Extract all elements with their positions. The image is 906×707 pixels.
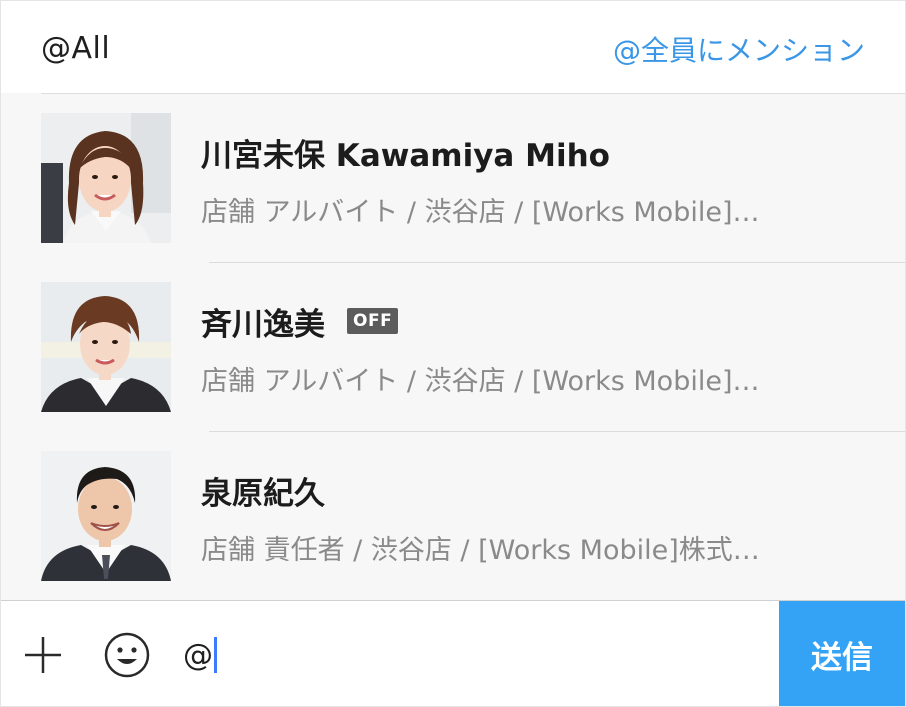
male-portrait-avatar-icon — [41, 451, 171, 581]
avatar — [41, 282, 171, 412]
member-list: 川宮未保 Kawamiya Miho 店舗 アルバイト / 渋谷店 / [Wor… — [1, 94, 905, 600]
text-caret — [214, 637, 217, 673]
plus-icon — [25, 637, 61, 673]
message-input[interactable]: @ — [183, 631, 743, 679]
mention-all-label[interactable]: @All — [41, 31, 110, 66]
emoji-button[interactable] — [103, 631, 151, 679]
member-row[interactable]: 斉川逸美 OFF 店舗 アルバイト / 渋谷店 / [Works Mobile]… — [1, 263, 905, 431]
member-name: 斉川逸美 — [201, 306, 325, 343]
member-row[interactable]: 川宮未保 Kawamiya Miho 店舗 アルバイト / 渋谷店 / [Wor… — [1, 94, 905, 262]
avatar — [41, 113, 171, 243]
status-badge: OFF — [347, 308, 399, 334]
female-portrait-avatar-icon — [41, 282, 171, 412]
avatar — [41, 451, 171, 581]
member-name: 泉原紀久 — [201, 475, 325, 512]
member-name-line: 斉川逸美 OFF — [201, 301, 399, 343]
mention-picker-panel: @All @全員にメンション 川宮未保 Kawamiya Miho 店舗 アルバ… — [0, 0, 906, 707]
message-input-bar: @ 送信 — [1, 600, 905, 706]
member-name-line: 川宮未保 Kawamiya Miho — [201, 132, 610, 174]
smiley-icon — [104, 632, 150, 678]
member-name: 川宮未保 Kawamiya Miho — [201, 137, 610, 174]
member-detail: 店舗 アルバイト / 渋谷店 / [Works Mobile]… — [201, 366, 760, 397]
send-button[interactable]: 送信 — [779, 601, 905, 706]
mention-everyone-link[interactable]: @全員にメンション — [613, 29, 865, 69]
member-detail: 店舗 責任者 / 渋谷店 / [Works Mobile]株式… — [201, 535, 760, 566]
female-portrait-avatar-icon — [41, 113, 171, 243]
message-input-value: @ — [183, 637, 213, 673]
mention-header: @All @全員にメンション — [1, 1, 905, 93]
member-detail: 店舗 アルバイト / 渋谷店 / [Works Mobile]… — [201, 197, 760, 228]
member-row[interactable]: 泉原紀久 店舗 責任者 / 渋谷店 / [Works Mobile]株式… — [1, 432, 905, 600]
member-name-line: 泉原紀久 — [201, 470, 325, 512]
attach-button[interactable] — [21, 633, 65, 677]
